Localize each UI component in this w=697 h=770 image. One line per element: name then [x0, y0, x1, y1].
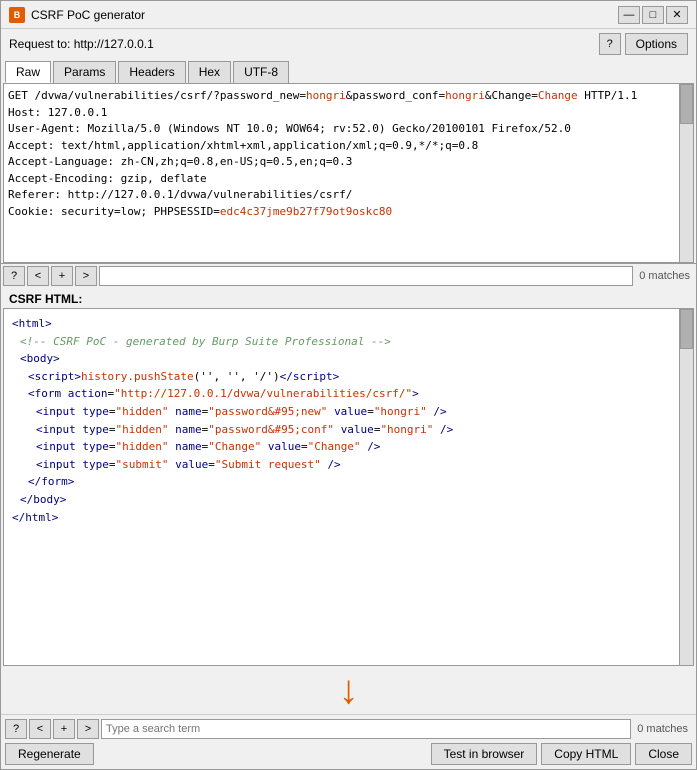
tab-bar: Raw Params Headers Hex UTF-8 [1, 59, 696, 83]
app-icon-letter: B [14, 10, 21, 20]
scrollbar-track-bottom[interactable] [679, 309, 693, 665]
top-help-btn[interactable]: ? [3, 266, 25, 286]
html-line-open: <html> [12, 315, 675, 333]
request-panel: GET /dvwa/vulnerabilities/csrf/?password… [3, 83, 694, 263]
copy-html-button[interactable]: Copy HTML [541, 743, 631, 765]
request-bar: Request to: http://127.0.0.1 ? Options [1, 29, 696, 59]
bottom-right-buttons: Test in browser Copy HTML Close [431, 743, 692, 765]
request-text: GET /dvwa/vulnerabilities/csrf/?password… [4, 84, 693, 262]
window-title: CSRF PoC generator [31, 8, 145, 22]
request-line-5: Accept-Language: zh-CN,zh;q=0.8,en-US;q=… [8, 154, 675, 171]
request-line-7: Referer: http://127.0.0.1/dvwa/vulnerabi… [8, 187, 675, 204]
tab-hex[interactable]: Hex [188, 61, 231, 83]
top-next-btn[interactable]: > [75, 266, 97, 286]
top-plus-btn[interactable]: + [51, 266, 73, 286]
arrow-container: ↓ [1, 666, 696, 714]
html-body-open: <body> [12, 350, 675, 368]
bottom-button-row: Regenerate Test in browser Copy HTML Clo… [5, 743, 692, 765]
html-comment: <!-- CSRF PoC - generated by Burp Suite … [12, 333, 675, 351]
bottom-matches-label: 0 matches [633, 723, 692, 735]
tab-utf8[interactable]: UTF-8 [233, 61, 289, 83]
request-line-4: Accept: text/html,application/xhtml+xml,… [8, 138, 675, 155]
html-script: <script>history.pushState('', '', '/')</… [12, 368, 675, 386]
request-line-8: Cookie: security=low; PHPSESSID=edc4c37j… [8, 204, 675, 221]
close-dialog-button[interactable]: Close [635, 743, 692, 765]
bottom-help-btn[interactable]: ? [5, 719, 27, 739]
html-close: </html> [12, 509, 675, 527]
html-input1: <input type="hidden" name="password&#95;… [12, 403, 675, 421]
top-search-input[interactable] [99, 266, 633, 286]
html-input3: <input type="hidden" name="Change" value… [12, 438, 675, 456]
bottom-toolbar: ? < + > 0 matches Regenerate Test in bro… [1, 714, 696, 769]
scrollbar-track-top[interactable] [679, 84, 693, 262]
help-button[interactable]: ? [599, 33, 621, 55]
request-line-1: GET /dvwa/vulnerabilities/csrf/?password… [8, 88, 675, 105]
app-icon: B [9, 7, 25, 23]
title-bar: B CSRF PoC generator — □ ✕ [1, 1, 696, 29]
title-bar-left: B CSRF PoC generator [9, 7, 145, 23]
tab-params[interactable]: Params [53, 61, 116, 83]
tab-headers[interactable]: Headers [118, 61, 185, 83]
html-text: <html> <!-- CSRF PoC - generated by Burp… [4, 309, 693, 665]
request-line-3: User-Agent: Mozilla/5.0 (Windows NT 10.0… [8, 121, 675, 138]
bottom-prev-btn[interactable]: < [29, 719, 51, 739]
request-bar-right: ? Options [599, 33, 688, 55]
scrollbar-thumb-bottom[interactable] [680, 309, 693, 349]
scrollbar-thumb-top[interactable] [680, 84, 693, 124]
bottom-plus-btn[interactable]: + [53, 719, 75, 739]
main-window: B CSRF PoC generator — □ ✕ Request to: h… [0, 0, 697, 770]
html-input4: <input type="submit" value="Submit reque… [12, 456, 675, 474]
bottom-search-input[interactable] [101, 719, 631, 739]
regenerate-button[interactable]: Regenerate [5, 743, 94, 765]
top-prev-btn[interactable]: < [27, 266, 49, 286]
top-search-bar: ? < + > 0 matches [1, 263, 696, 288]
bottom-search-row: ? < + > 0 matches [5, 719, 692, 739]
request-line-6: Accept-Encoding: gzip, deflate [8, 171, 675, 188]
csrf-label: CSRF HTML: [1, 288, 696, 308]
html-form-close: </form> [12, 473, 675, 491]
down-arrow-icon: ↓ [339, 670, 359, 710]
bottom-next-btn[interactable]: > [77, 719, 99, 739]
options-button[interactable]: Options [625, 33, 688, 55]
test-in-browser-button[interactable]: Test in browser [431, 743, 538, 765]
html-form-open: <form action="http://127.0.0.1/dvwa/vuln… [12, 385, 675, 403]
request-line-2: Host: 127.0.0.1 [8, 105, 675, 122]
title-bar-controls: — □ ✕ [618, 6, 688, 24]
request-label: Request to: http://127.0.0.1 [9, 37, 154, 51]
html-panel: <html> <!-- CSRF PoC - generated by Burp… [3, 308, 694, 666]
maximize-button[interactable]: □ [642, 6, 664, 24]
close-button[interactable]: ✕ [666, 6, 688, 24]
html-body-close: </body> [12, 491, 675, 509]
top-matches-label: 0 matches [635, 270, 694, 282]
tab-raw[interactable]: Raw [5, 61, 51, 83]
html-input2: <input type="hidden" name="password&#95;… [12, 421, 675, 439]
minimize-button[interactable]: — [618, 6, 640, 24]
